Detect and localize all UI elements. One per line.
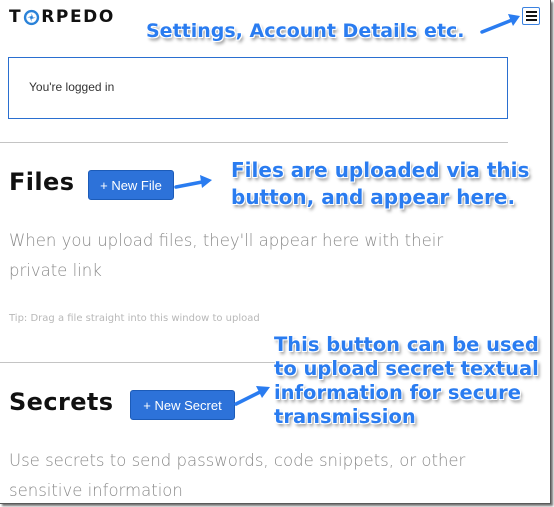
- hamburger-menu-icon-bar: [525, 19, 537, 21]
- secrets-heading: Secrets: [9, 388, 114, 416]
- files-empty-text: When you upload files, they'll appear he…: [9, 231, 444, 280]
- logo-text-end: RPEDO: [41, 7, 115, 27]
- logo-text-start: T: [9, 7, 23, 27]
- annotation-menu: Settings, Account Details etc.: [146, 20, 465, 42]
- new-secret-button[interactable]: + New Secret: [130, 390, 235, 420]
- torpedo-logo-icon: [24, 9, 40, 25]
- login-status-text: You're logged in: [29, 80, 115, 94]
- new-file-button[interactable]: + New File: [88, 170, 174, 200]
- secrets-empty-text: Use secrets to send passwords, code snip…: [9, 451, 466, 500]
- annotation-secrets: This button can be used to upload secret…: [274, 333, 539, 428]
- hamburger-menu-icon-bar: [525, 15, 537, 17]
- files-upload-tip: Tip: Drag a file straight into this wind…: [9, 313, 260, 324]
- menu-button[interactable]: [522, 7, 540, 25]
- arrow-icon: [174, 175, 212, 189]
- page: T RPEDO Settings, Account Details etc. Y…: [0, 0, 551, 504]
- divider: [0, 142, 508, 143]
- logo[interactable]: T RPEDO: [9, 5, 115, 29]
- files-heading: Files: [9, 168, 75, 196]
- arrow-icon: [234, 386, 270, 406]
- arrow-icon: [480, 14, 520, 34]
- hamburger-menu-icon-bar: [525, 11, 537, 13]
- login-status-box: You're logged in: [8, 57, 508, 119]
- annotation-files: Files are uploaded via this button, and …: [231, 158, 530, 209]
